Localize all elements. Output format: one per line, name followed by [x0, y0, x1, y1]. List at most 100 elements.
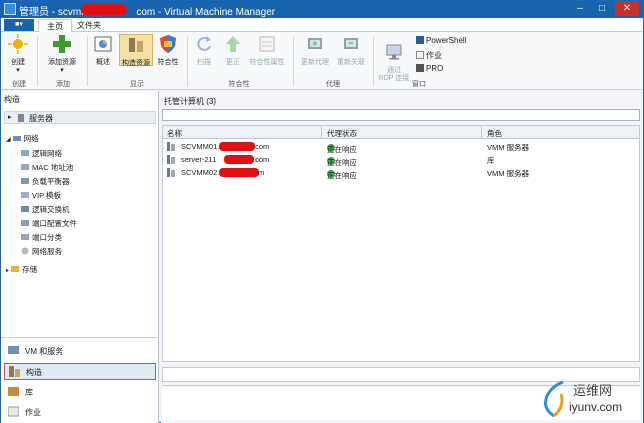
refresh-icon: [197, 36, 211, 51]
port-class-icon: [21, 233, 29, 241]
server-icon: [17, 114, 25, 122]
shield-icon: [160, 35, 176, 53]
compliance-properties-button[interactable]: 符合性属性: [249, 34, 285, 67]
column-header-agent-status[interactable]: 代理状态: [327, 128, 357, 139]
expand-arrow-icon[interactable]: ▸: [6, 268, 9, 274]
ribbon: 创建 ▾ 添加资源 ▾ 概述 构造资源 符合性 显示 扫描 更正 符合性属性 符…: [1, 32, 643, 90]
reassociate-icon: [344, 38, 358, 49]
group-label-add: 添加: [56, 81, 70, 88]
network-service-icon: [21, 247, 29, 255]
sun-star-icon: [8, 34, 28, 54]
tab-folder[interactable]: 文件夹: [69, 19, 109, 32]
redaction-mark: [81, 4, 127, 15]
column-header-name[interactable]: 名称: [167, 128, 182, 139]
add-resource-button[interactable]: 添加资源 ▾: [43, 34, 81, 75]
host-icon: [167, 155, 175, 166]
tree-item-network-services[interactable]: 网络服务: [21, 246, 62, 257]
overview-button[interactable]: 概述: [90, 34, 116, 67]
logical-network-icon: [21, 149, 29, 157]
agent-update-icon: [308, 38, 322, 49]
tree-item-logical-networks[interactable]: 逻辑网络: [21, 148, 62, 159]
watermark-logo: 运维网 iyunv.com: [539, 374, 643, 422]
minimize-button[interactable]: –: [570, 1, 590, 16]
collapse-arrow-icon[interactable]: ◢: [6, 137, 11, 143]
tree-item-mac-pools[interactable]: MAC 地址池: [21, 162, 73, 173]
redaction-mark: [224, 155, 254, 164]
table-row[interactable]: SCVMM02. m 正在响应 VMM 服务器: [163, 166, 639, 180]
row-name: SCVMM02.: [181, 168, 220, 177]
up-arrow-icon: [226, 36, 240, 52]
tree-item-port-classifications[interactable]: 端口分类: [21, 232, 62, 243]
vmm-window: 管理员 - scvmm. com - Virtual Machine Manage…: [0, 0, 644, 423]
remediate-button[interactable]: 更正: [220, 34, 246, 67]
jobs-button[interactable]: 作业: [416, 50, 442, 61]
host-icon: [167, 142, 175, 153]
group-label-window: 窗口: [412, 81, 426, 88]
row-name: server-211: [181, 155, 217, 164]
group-label-create: 创建: [12, 81, 26, 88]
vip-template-icon: [21, 191, 29, 199]
tree-item-load-balancers[interactable]: 负载平衡器: [21, 176, 70, 187]
watermark-url: iyunv.com: [569, 400, 623, 414]
column-header-role[interactable]: 角色: [487, 128, 502, 139]
managed-computers-header: 托管计算机 (3): [164, 97, 216, 106]
search-input[interactable]: [162, 109, 640, 121]
pane-header: 构造: [4, 95, 20, 104]
window-title-suffix: com - Virtual Machine Manager: [136, 7, 276, 18]
mac-pool-icon: [21, 163, 29, 171]
row-role: VMM 服务器: [487, 143, 530, 152]
load-balancer-icon: [21, 177, 29, 185]
group-label-compliance: 符合性: [228, 81, 250, 88]
row-name: SCVMM01.: [181, 142, 220, 151]
title-bar: 管理员 - scvmm. com - Virtual Machine Manage…: [1, 1, 643, 18]
pro-button[interactable]: PRO: [416, 64, 443, 73]
navigation-pane: 构造 ▸ 服务器 ◢ 网络 逻辑网络 MAC 地址池 负载平衡器 VIP 模板 …: [1, 91, 159, 423]
row-role: VMM 服务器: [487, 169, 530, 178]
watermark-cn: 运维网: [573, 383, 613, 398]
nav-vms-services[interactable]: VM 和服务: [4, 343, 156, 360]
app-icon: [4, 3, 16, 15]
compliance-button[interactable]: 符合性: [155, 34, 181, 67]
nav-fabric[interactable]: 构造: [4, 363, 156, 380]
watermark-swirl-icon: [544, 380, 564, 418]
fabric-resources-button[interactable]: 构造资源: [119, 34, 153, 67]
monitor-icon: [386, 44, 402, 60]
redaction-mark: [219, 168, 259, 177]
reassociate-button[interactable]: 重新关联: [334, 34, 368, 67]
nav-library[interactable]: 库: [4, 384, 156, 401]
create-button[interactable]: 创建 ▾: [5, 34, 31, 75]
properties-icon: [259, 36, 275, 52]
table-row[interactable]: server-211 .com 正在响应 库: [163, 153, 639, 167]
green-plus-icon: [53, 35, 71, 53]
close-button[interactable]: ✕: [615, 1, 639, 16]
tree-item-logical-switches[interactable]: 逻辑交换机: [21, 204, 70, 215]
group-label-agent: 代理: [326, 81, 340, 88]
tree-item-storage[interactable]: ▸ 存储: [6, 264, 37, 275]
table-row[interactable]: SCVMM01. .com 正在响应 VMM 服务器: [163, 140, 639, 154]
row-status: 正在响应: [327, 171, 357, 180]
scan-button[interactable]: 扫描: [191, 34, 217, 67]
vm-icon: [8, 345, 19, 356]
expand-arrow-icon[interactable]: ▸: [8, 113, 12, 121]
network-icon: [12, 134, 21, 142]
tree-item-port-profiles[interactable]: 端口配置文件: [21, 218, 77, 229]
group-label-show: 显示: [130, 81, 144, 88]
maximize-button[interactable]: □: [592, 1, 612, 16]
file-menu-button[interactable]: ■▾: [4, 19, 34, 31]
tab-home[interactable]: 主页: [38, 19, 72, 32]
tree-item-vip-templates[interactable]: VIP 模板: [21, 190, 61, 201]
chart-pie-icon: [94, 36, 112, 52]
pro-icon: [416, 64, 424, 72]
nav-jobs[interactable]: 作业: [4, 404, 156, 418]
managed-computers-grid: 名称 代理状态 角色 SCVMM01. .com 正在响应 VMM 服务器 se…: [162, 125, 640, 362]
update-agent-button[interactable]: 更新代理: [298, 34, 332, 67]
grid-header: 名称 代理状态 角色: [163, 126, 639, 139]
jobs-icon: [416, 51, 424, 59]
row-role: 库: [487, 156, 495, 165]
tree-item-servers[interactable]: ▸ 服务器: [4, 111, 156, 124]
powershell-button[interactable]: PowerShell: [416, 36, 466, 45]
tree-item-networking[interactable]: ◢ 网络: [6, 133, 39, 144]
library-icon: [8, 386, 19, 397]
powershell-icon: [416, 36, 424, 44]
redaction-mark: [219, 142, 255, 151]
